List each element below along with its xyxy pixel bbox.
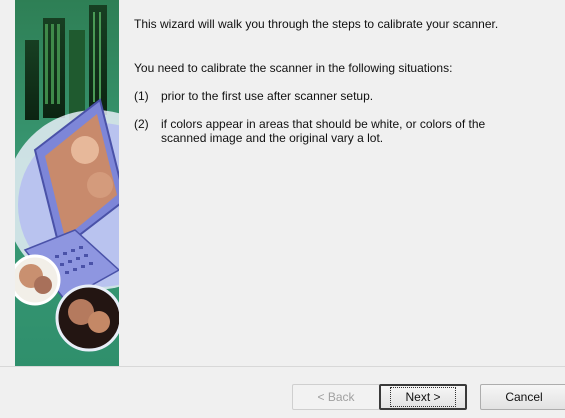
cancel-button[interactable]: Cancel [480,384,565,410]
intro-text: This wizard will walk you through the st… [134,17,499,31]
laptop-photo-illustration [15,0,119,366]
wizard-content: This wizard will walk you through the st… [119,0,565,366]
wizard-side-illustration [15,0,119,366]
list-item: prior to the first use after scanner set… [161,89,374,103]
back-button-label: < Back [317,390,355,404]
situations-heading: You need to calibrate the scanner in the… [134,61,453,75]
list-item-number: (2) [134,117,149,131]
back-button[interactable]: < Back [292,384,380,410]
next-button-label: Next > [390,387,456,407]
next-button[interactable]: Next > [379,384,467,410]
scanner-calibration-wizard: This wizard will walk you through the st… [0,0,565,418]
cancel-button-label: Cancel [505,390,543,404]
wizard-button-bar: < Back Next > Cancel [0,366,565,418]
list-item-number: (1) [134,89,149,103]
list-item: if colors appear in areas that should be… [161,117,486,145]
